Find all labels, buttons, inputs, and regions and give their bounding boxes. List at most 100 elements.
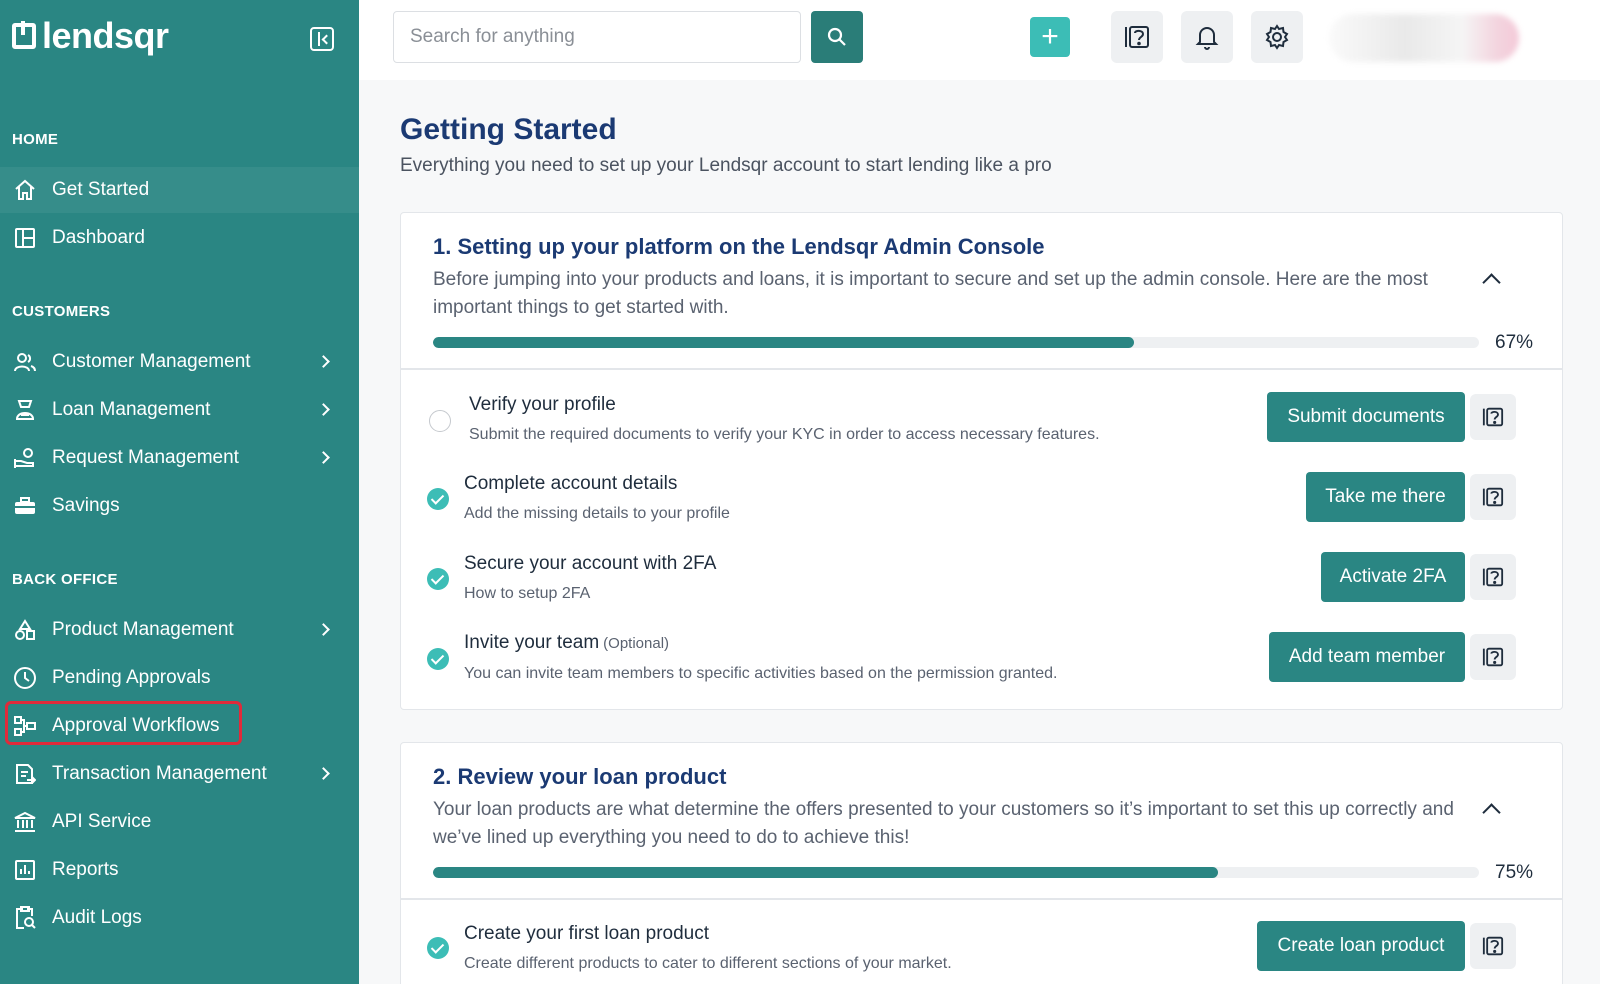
shapes-icon [12, 618, 38, 642]
sidebar-item-pending-approvals[interactable]: Pending Approvals [0, 655, 359, 701]
search-button[interactable] [811, 11, 863, 63]
submit-documents-button[interactable]: Submit documents [1267, 392, 1465, 442]
notifications-button[interactable] [1181, 11, 1233, 63]
card-description: Your loan products are what determine th… [433, 799, 1454, 848]
request-icon [12, 446, 38, 470]
help-button[interactable] [1111, 11, 1163, 63]
incomplete-circle-icon [429, 410, 451, 432]
setup-card-loan-product: 2. Review your loan product Your loan pr… [400, 742, 1563, 984]
task-help-button[interactable] [1470, 554, 1516, 600]
audit-icon [12, 906, 38, 930]
search-input[interactable] [393, 11, 801, 63]
optional-tag: (Optional) [603, 635, 670, 652]
add-team-member-button[interactable]: Add team member [1269, 632, 1465, 682]
chevron-up-icon[interactable] [1482, 273, 1501, 292]
transaction-icon [12, 762, 38, 786]
progress-bar [433, 337, 1479, 348]
task-help-button[interactable] [1470, 923, 1516, 969]
task-description: How to setup 2FA [464, 585, 591, 602]
help-icon [1482, 647, 1504, 667]
sidebar-item-dashboard[interactable]: Dashboard [0, 215, 359, 261]
sidebar-item-label: Request Management [52, 447, 239, 468]
sidebar-item-label: Reports [52, 859, 119, 880]
help-icon [1125, 26, 1149, 48]
sidebar-item-label: Audit Logs [52, 907, 142, 928]
chevron-right-icon [317, 355, 330, 368]
task-create-loan-product: Create your first loan product Create di… [401, 903, 1562, 973]
progress-bar-fill [433, 337, 1134, 348]
help-icon [1482, 567, 1504, 587]
progress-label: 67% [1495, 332, 1534, 353]
chevron-up-icon[interactable] [1482, 803, 1501, 822]
section-title-home: HOME [12, 131, 59, 148]
task-title-text: Invite your team [464, 632, 600, 653]
card-title: 2. Review your loan product [433, 764, 727, 789]
progress-bar-fill [433, 867, 1218, 878]
bank-icon [12, 810, 38, 834]
gear-icon [1265, 24, 1289, 50]
sidebar-item-api-service[interactable]: API Service [0, 799, 359, 845]
chevron-right-icon [317, 451, 330, 464]
check-circle-icon [427, 488, 449, 510]
activate-2fa-button[interactable]: Activate 2FA [1321, 552, 1465, 602]
sidebar-item-label: Customer Management [52, 351, 251, 372]
logo-text: lendsqr [42, 15, 169, 56]
help-icon [1482, 407, 1504, 427]
users-icon [12, 350, 38, 374]
card-description: Before jumping into your products and lo… [433, 269, 1428, 318]
chevron-right-icon [317, 767, 330, 780]
add-button[interactable]: + [1030, 17, 1070, 57]
chart-icon [12, 858, 38, 882]
task-title: Create your first loan product [464, 923, 710, 944]
sidebar-item-label: Dashboard [52, 227, 145, 248]
sidebar-item-customer-management[interactable]: Customer Management [0, 339, 359, 385]
task-description: You can invite team members to specific … [464, 665, 1058, 682]
sidebar-item-get-started[interactable]: Get Started [0, 167, 359, 213]
help-icon [1482, 936, 1504, 956]
sidebar-item-label: Pending Approvals [52, 667, 211, 688]
loan-icon [12, 398, 38, 422]
section-title-customers: CUSTOMERS [12, 303, 111, 320]
progress-bar [433, 867, 1479, 878]
home-icon [12, 178, 38, 202]
task-help-button[interactable] [1470, 474, 1516, 520]
sidebar-item-loan-management[interactable]: Loan Management [0, 387, 359, 433]
sidebar-item-label: Loan Management [52, 399, 211, 420]
setup-card-admin-console: 1. Setting up your platform on the Lends… [400, 212, 1563, 710]
task-invite-team: Invite your team (Optional) You can invit… [401, 618, 1562, 688]
search-icon [827, 27, 846, 46]
collapse-sidebar-icon[interactable] [310, 27, 334, 51]
sidebar-item-reports[interactable]: Reports [0, 847, 359, 893]
take-me-there-button[interactable]: Take me there [1306, 472, 1465, 522]
sidebar: lendsqr HOME Get Started Dashboard CUSTO… [0, 0, 359, 984]
sidebar-item-audit-logs[interactable]: Audit Logs [0, 895, 359, 941]
task-help-button[interactable] [1470, 394, 1516, 440]
sidebar-item-label: Transaction Management [52, 763, 267, 784]
progress-label: 75% [1495, 862, 1534, 883]
sidebar-item-label: Savings [52, 495, 120, 516]
check-circle-icon [427, 568, 449, 590]
user-profile-menu[interactable] [1329, 14, 1519, 62]
task-description: Add the missing details to your profile [464, 505, 730, 522]
sidebar-item-savings[interactable]: Savings [0, 483, 359, 529]
task-help-button[interactable] [1470, 634, 1516, 680]
task-description: Create different products to cater to di… [464, 955, 952, 972]
task-title: Verify your profile [469, 394, 616, 415]
page-title: Getting Started [400, 113, 617, 146]
sidebar-item-request-management[interactable]: Request Management [0, 435, 359, 481]
top-bar: + [359, 0, 1600, 80]
chevron-right-icon [317, 403, 330, 416]
lendsqr-logo[interactable]: lendsqr [12, 18, 169, 54]
sidebar-item-product-management[interactable]: Product Management [0, 607, 359, 653]
divider [401, 368, 1562, 370]
task-title: Secure your account with 2FA [464, 553, 717, 574]
sidebar-item-transaction-management[interactable]: Transaction Management [0, 751, 359, 797]
section-title-back-office: BACK OFFICE [12, 571, 118, 588]
settings-button[interactable] [1251, 11, 1303, 63]
chevron-right-icon [317, 623, 330, 636]
create-loan-product-button[interactable]: Create loan product [1257, 921, 1465, 971]
page-subtitle: Everything you need to set up your Lends… [400, 155, 1052, 176]
task-description: Submit the required documents to verify … [469, 426, 1100, 443]
briefcase-icon [12, 494, 38, 518]
task-title: Complete account details [464, 473, 678, 494]
